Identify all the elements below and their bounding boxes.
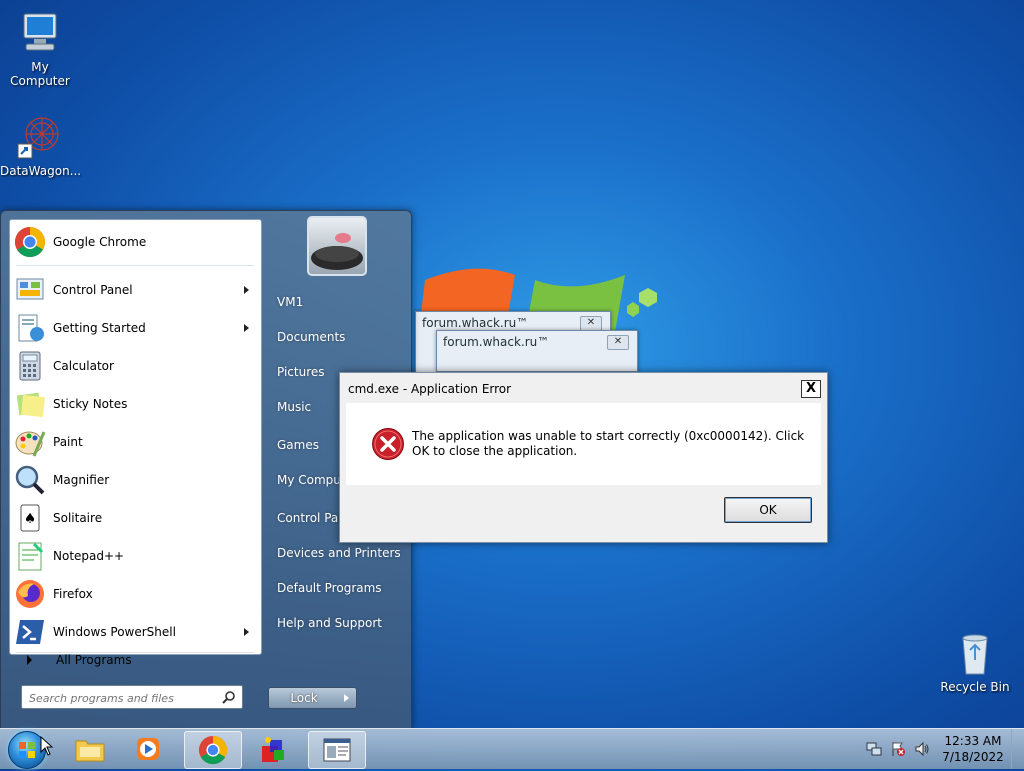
start-item-firefox[interactable]: Firefox xyxy=(10,576,261,612)
start-right-documents[interactable]: Documents xyxy=(277,330,345,344)
start-item-control-panel[interactable]: Control Panel xyxy=(10,272,261,308)
window-title: forum.whack.ru™ xyxy=(443,335,550,349)
desktop-icon-label: My Computer xyxy=(10,60,70,88)
network-icon[interactable] xyxy=(866,741,882,757)
powershell-icon xyxy=(14,616,46,648)
sticky-notes-icon xyxy=(14,388,46,420)
submenu-arrow-icon xyxy=(244,286,249,294)
taskbar-window-button[interactable] xyxy=(308,731,366,769)
solitaire-icon: ♠ xyxy=(14,502,46,534)
dialog-message: The application was unable to start corr… xyxy=(412,429,805,458)
taskbar-chrome-button[interactable] xyxy=(184,731,242,769)
start-menu-programs-pane: Google Chrome Control Panel Getting Star… xyxy=(9,219,262,655)
error-icon xyxy=(372,428,404,460)
start-right-pictures[interactable]: Pictures xyxy=(277,365,325,379)
svg-text:♠: ♠ xyxy=(24,511,37,527)
power-options-arrow-button[interactable] xyxy=(338,687,357,709)
magnifier-icon xyxy=(14,464,46,496)
desktop-icon-label: DataWagon... xyxy=(0,164,82,178)
taskbar: 12:33 AM 7/18/2022 xyxy=(0,728,1024,769)
clock-date: 7/18/2022 xyxy=(942,750,1004,764)
start-item-label: Control Panel xyxy=(53,283,133,297)
taskbar-explorer-button[interactable] xyxy=(62,731,118,767)
firefox-icon xyxy=(14,578,46,610)
volume-icon[interactable] xyxy=(914,741,930,757)
dialog-close-button[interactable]: X xyxy=(801,380,821,398)
start-right-default-programs[interactable]: Default Programs xyxy=(277,581,382,595)
desktop-icon-label: Recycle Bin xyxy=(940,680,1010,694)
dialog-titlebar[interactable]: cmd.exe - Application Error X xyxy=(340,373,827,403)
start-item-magnifier[interactable]: Magnifier xyxy=(10,462,261,498)
window-title: forum.whack.ru™ xyxy=(422,316,529,330)
system-clock[interactable]: 12:33 AM 7/18/2022 xyxy=(936,733,1010,765)
clock-time: 12:33 AM xyxy=(944,734,1002,748)
getting-started-icon xyxy=(14,312,46,344)
start-right-help-support[interactable]: Help and Support xyxy=(277,616,382,630)
close-icon[interactable]: ✕ xyxy=(607,335,629,350)
submenu-arrow-icon xyxy=(244,628,249,636)
start-search-box[interactable] xyxy=(21,685,243,709)
background-window-2[interactable]: forum.whack.ru™ ✕ xyxy=(436,330,638,372)
start-item-label: Firefox xyxy=(53,587,93,601)
folder-icon xyxy=(75,740,105,762)
action-center-flag-icon[interactable] xyxy=(890,741,906,757)
start-right-devices-printers[interactable]: Devices and Printers xyxy=(277,546,401,560)
start-item-label: Sticky Notes xyxy=(53,397,128,411)
desktop-icon-datawagon[interactable]: DataWagon... xyxy=(0,114,82,178)
recycle-bin-icon xyxy=(951,630,999,678)
start-item-google-chrome[interactable]: Google Chrome xyxy=(10,224,261,260)
notepadpp-icon xyxy=(14,540,46,572)
submenu-arrow-icon xyxy=(244,324,249,332)
desktop-icon-recycle-bin[interactable]: Recycle Bin xyxy=(935,630,1015,694)
control-panel-icon xyxy=(14,274,46,306)
taskbar-media-player-button[interactable] xyxy=(120,731,176,767)
chrome-icon xyxy=(198,735,228,765)
start-right-games[interactable]: Games xyxy=(277,438,319,452)
chevron-right-icon xyxy=(27,655,32,665)
dialog-title: cmd.exe - Application Error xyxy=(348,382,512,396)
user-avatar[interactable] xyxy=(307,216,367,276)
desktop-icon-my-computer[interactable]: My Computer xyxy=(0,10,80,88)
divider xyxy=(16,265,254,266)
search-icon[interactable] xyxy=(222,690,236,704)
dialog-body: The application was unable to start corr… xyxy=(346,403,821,485)
start-item-sticky-notes[interactable]: Sticky Notes xyxy=(10,386,261,422)
start-item-solitaire[interactable]: ♠ Solitaire xyxy=(10,500,261,536)
chrome-icon xyxy=(14,226,46,258)
start-item-paint[interactable]: Paint xyxy=(10,424,261,460)
start-item-label: Paint xyxy=(53,435,83,449)
media-player-icon xyxy=(137,738,159,760)
start-item-calculator[interactable]: Calculator xyxy=(10,348,261,384)
application-error-dialog: cmd.exe - Application Error X The applic… xyxy=(339,372,828,543)
lock-button[interactable]: Lock xyxy=(268,687,340,709)
start-item-label: Windows PowerShell xyxy=(53,625,176,639)
start-item-getting-started[interactable]: Getting Started xyxy=(10,310,261,346)
start-item-label: Getting Started xyxy=(53,321,146,335)
start-item-label: Calculator xyxy=(53,359,114,373)
taskbar-app-button[interactable] xyxy=(244,731,300,767)
paint-icon xyxy=(14,426,46,458)
start-item-label: Magnifier xyxy=(53,473,110,487)
show-desktop-button[interactable] xyxy=(1011,729,1024,769)
all-programs-button[interactable]: All Programs xyxy=(9,645,260,675)
calculator-icon xyxy=(14,350,46,382)
ok-button[interactable]: OK xyxy=(724,497,812,523)
start-right-music[interactable]: Music xyxy=(277,400,311,414)
mouse-cursor-icon xyxy=(40,736,54,756)
start-item-notepadpp[interactable]: Notepad++ xyxy=(10,538,261,574)
start-item-label: Notepad++ xyxy=(53,549,125,563)
computer-icon xyxy=(16,10,64,58)
close-icon[interactable]: ✕ xyxy=(580,316,602,331)
app-icon xyxy=(262,737,284,762)
all-programs-label: All Programs xyxy=(56,653,132,667)
window-icon xyxy=(323,738,351,762)
datawagon-icon xyxy=(16,114,64,162)
start-item-label: Google Chrome xyxy=(53,235,147,249)
start-right-vm1[interactable]: VM1 xyxy=(277,295,303,309)
start-item-label: Solitaire xyxy=(53,511,103,525)
search-input[interactable] xyxy=(27,688,221,708)
